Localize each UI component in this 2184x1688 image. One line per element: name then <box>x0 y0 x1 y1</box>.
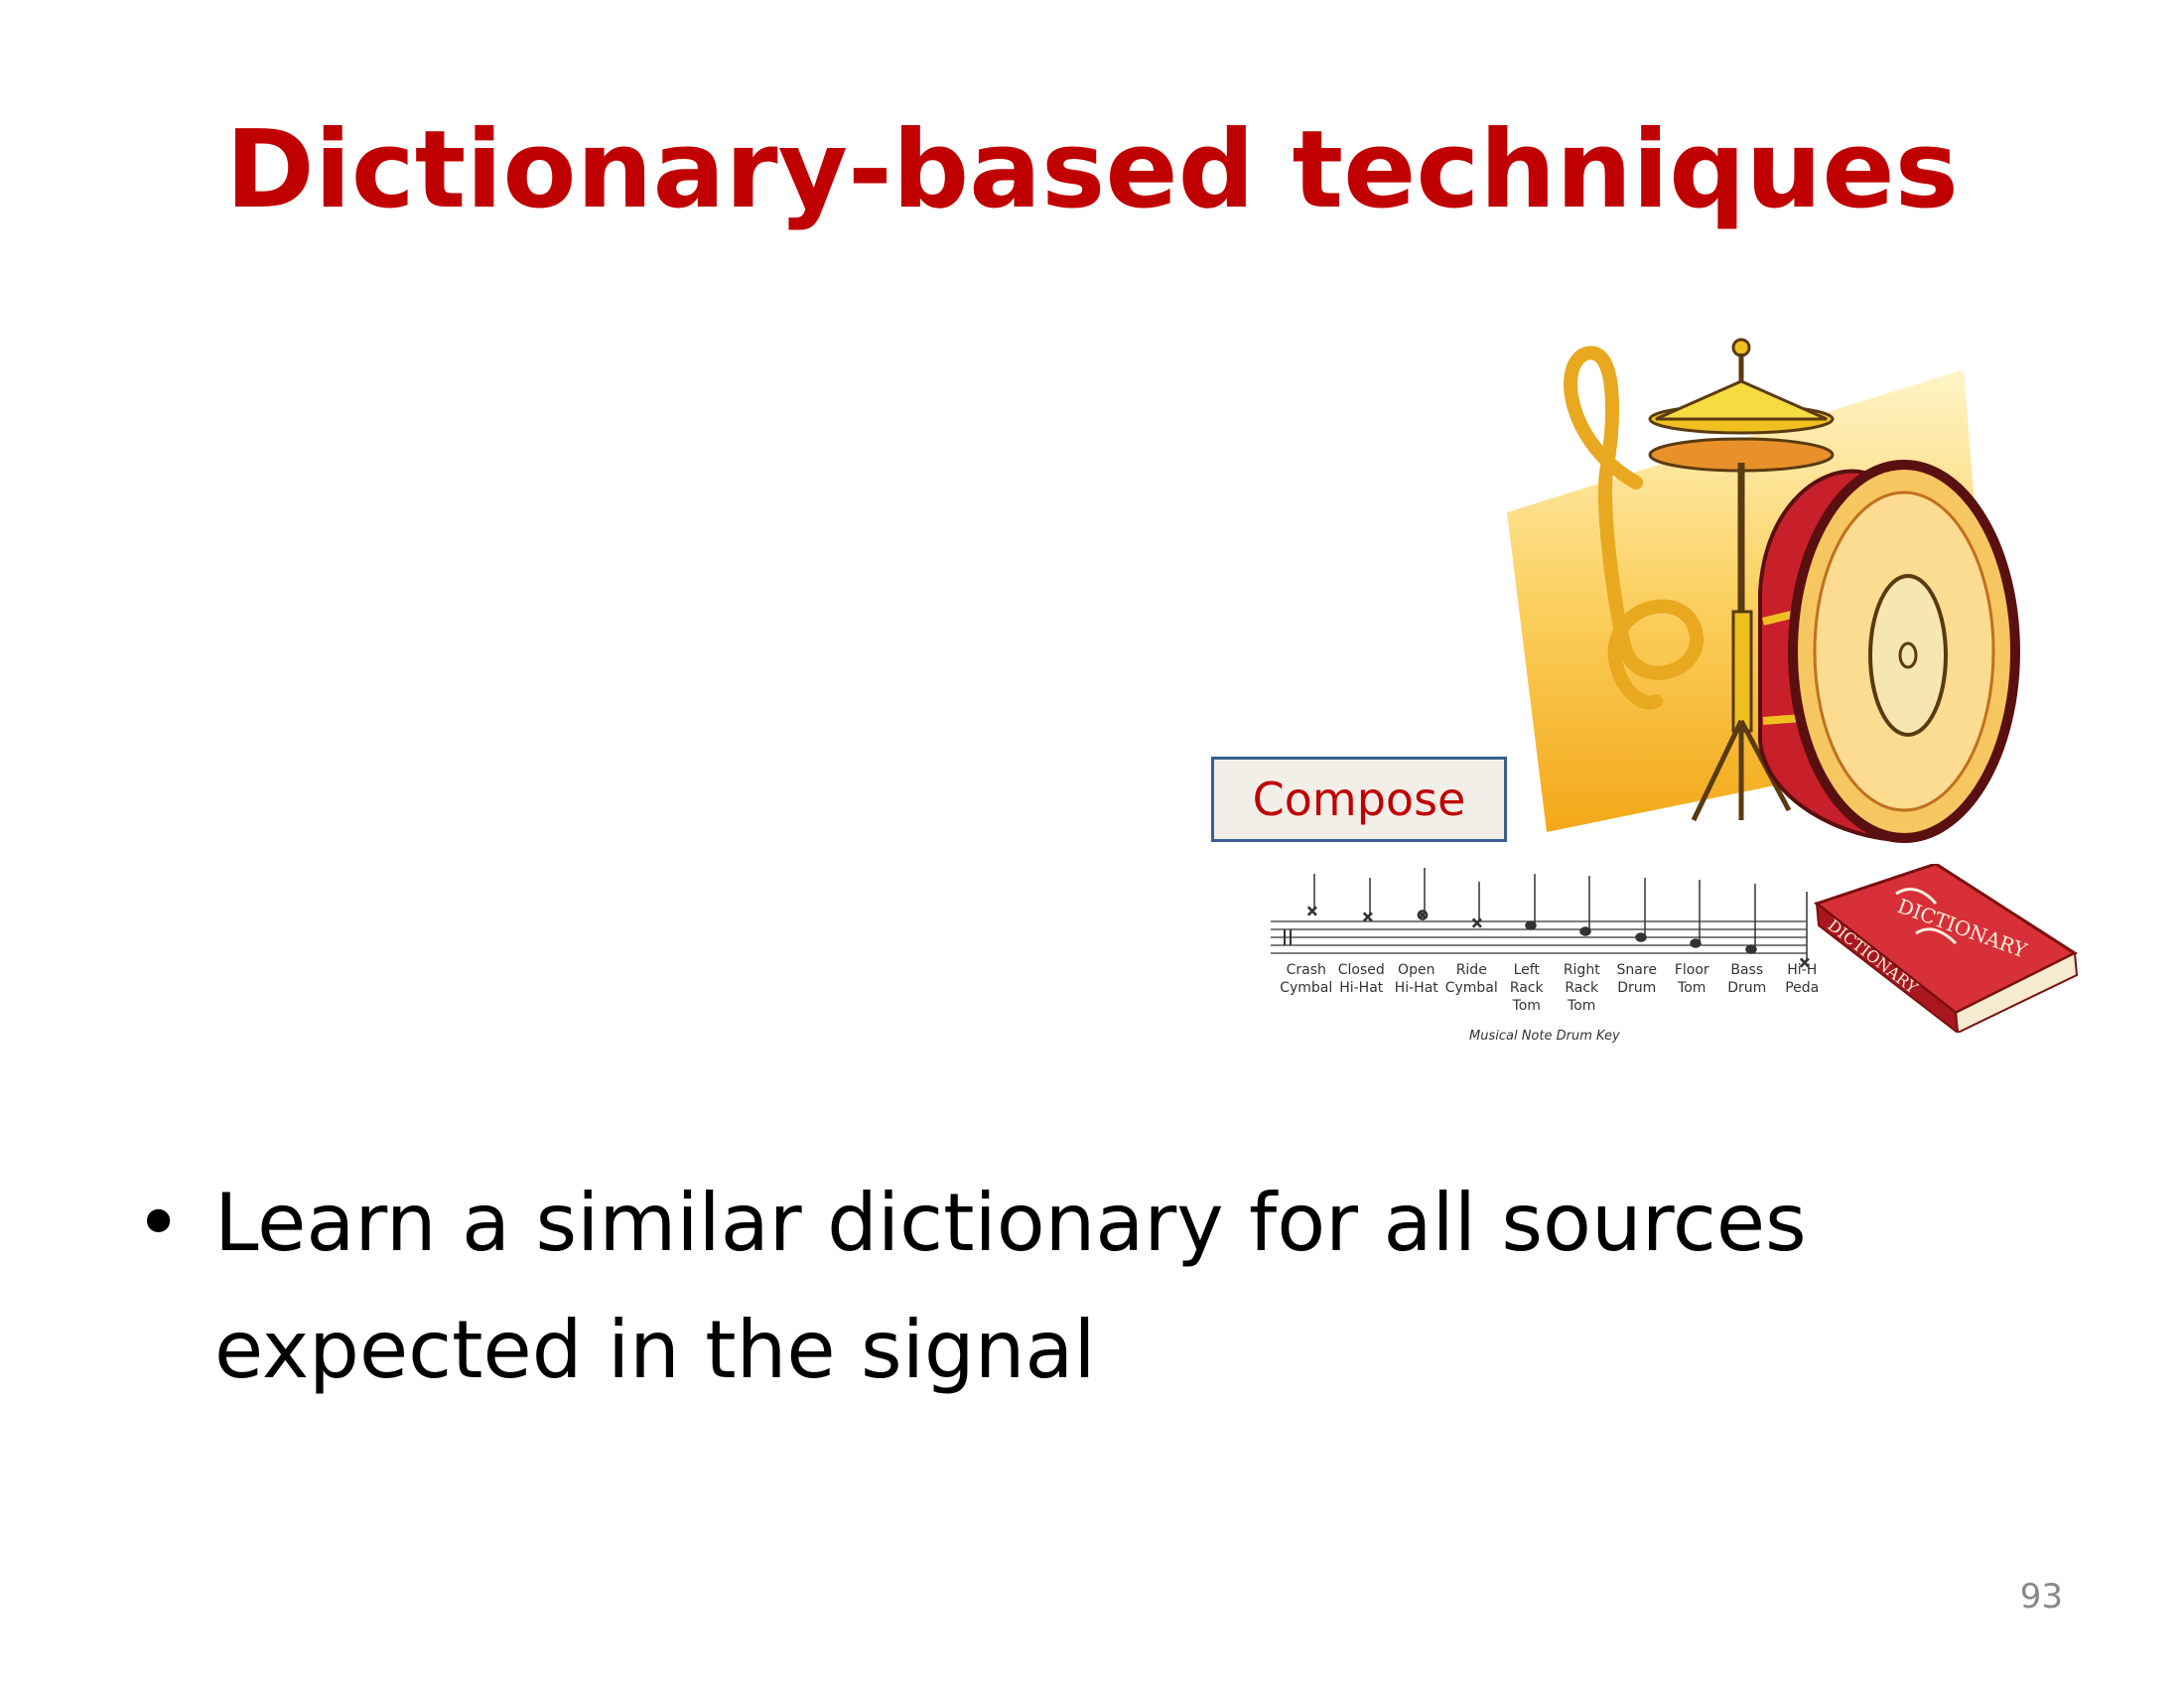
svg-text:×: × <box>1306 904 1318 919</box>
compose-box: Compose <box>1211 757 1507 842</box>
drum-label: Right Rack Tom <box>1563 962 1600 1014</box>
drum-set-clipart <box>1507 338 2020 843</box>
bullet-marker: • <box>135 1177 183 1269</box>
drum-label: Bass Drum <box>1727 962 1767 996</box>
drum-label: Closed Hi-Hat <box>1337 962 1385 996</box>
bullet-item: • Learn a similar dictionary for all sou… <box>129 1160 1866 1414</box>
drum-label: Snare Drum <box>1616 962 1657 996</box>
drum-notation-staff: × × ⊗ × × <box>1271 868 1811 972</box>
svg-text:×: × <box>1362 910 1374 925</box>
slide-title: Dictionary-based techniques <box>225 108 1959 232</box>
svg-text:×: × <box>1471 915 1483 931</box>
drum-label: Ride Cymbal <box>1444 962 1498 996</box>
drum-label: Left Rack Tom <box>1509 962 1544 1014</box>
dictionary-book-icon: DICTIONARY DICTIONARY <box>1813 864 2079 1033</box>
page-number: 93 <box>2019 1577 2063 1617</box>
drum-key-labels: Crash Cymbal Closed Hi-Hat Open Hi-Hat R… <box>1279 961 1835 1015</box>
drum-key-caption: Musical Note Drum Key <box>1469 1029 1620 1044</box>
drum-label: Floor Tom <box>1674 962 1709 996</box>
svg-text:⊗: ⊗ <box>1417 908 1429 923</box>
bullet-list: • Learn a similar dictionary for all sou… <box>129 1160 1866 1414</box>
drum-label: Open Hi-Hat <box>1394 962 1438 996</box>
drum-label: Crash Cymbal <box>1280 962 1333 996</box>
bullet-text: Learn a similar dictionary for all sourc… <box>214 1177 1807 1396</box>
